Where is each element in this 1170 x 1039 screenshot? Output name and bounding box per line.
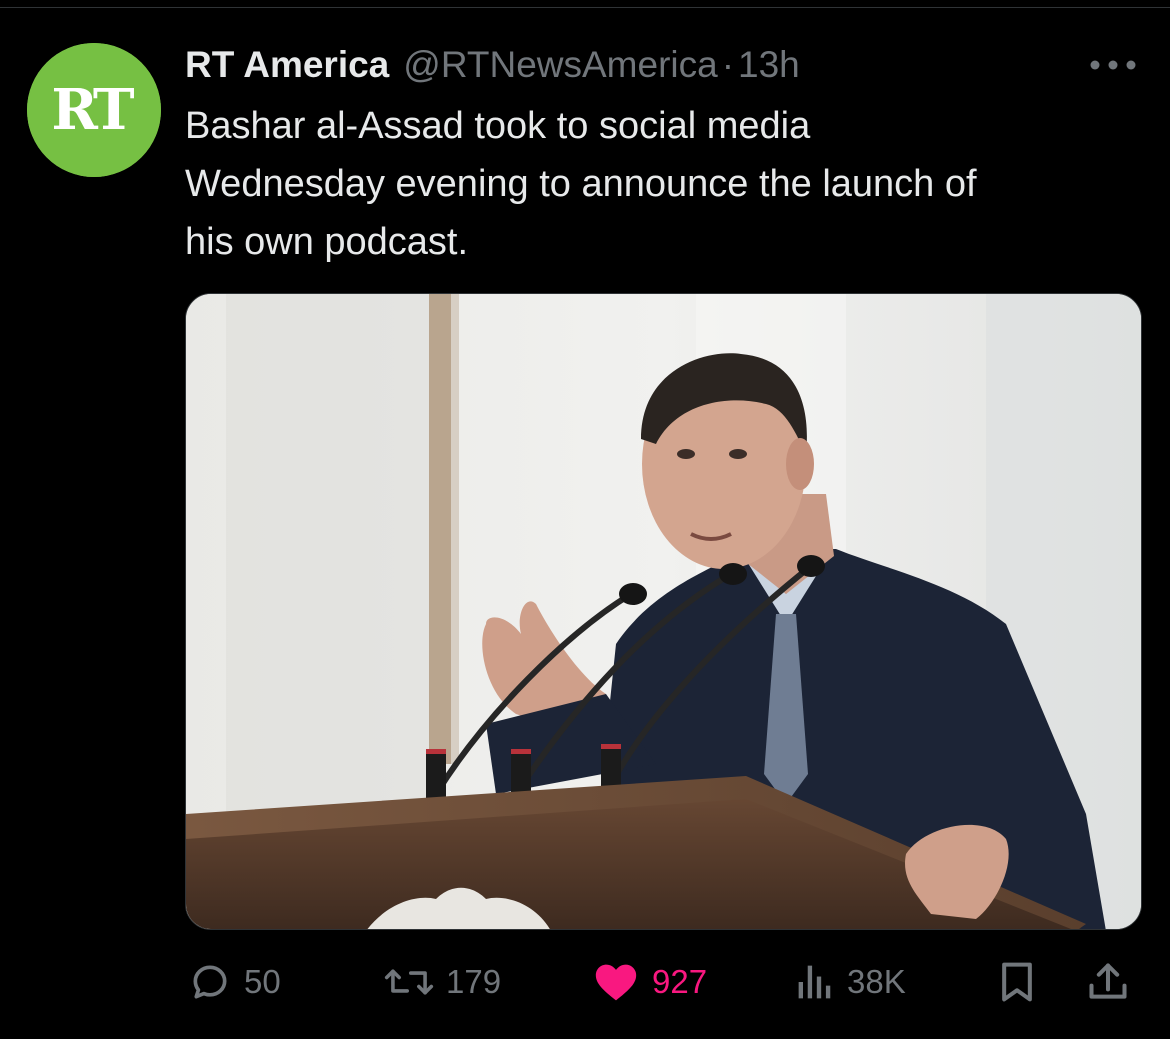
author-display-name[interactable]: RT America (185, 44, 389, 86)
author-handle[interactable]: @RTNewsAmerica (403, 44, 717, 86)
tweet-actions-bar: 50 179 927 38K (0, 950, 1170, 1014)
tweet-text: Bashar al-Assad took to social media Wed… (185, 105, 977, 263)
separator-dot: · (721, 44, 735, 85)
rt-logo: RT (27, 43, 161, 177)
views-count: 38K (847, 963, 906, 1000)
more-options-button[interactable] (1088, 54, 1138, 76)
views-chart-icon (795, 960, 835, 1004)
more-horizontal-icon (1090, 60, 1136, 70)
views-button[interactable]: 38K (795, 950, 906, 1014)
reply-button[interactable]: 50 (188, 950, 281, 1014)
tweet-media-photo[interactable] (185, 293, 1142, 930)
bookmark-button[interactable] (997, 950, 1037, 1014)
bookmark-icon (997, 960, 1037, 1004)
like-button[interactable]: 927 (592, 950, 707, 1014)
speaker-photo (186, 294, 1141, 929)
share-icon (1086, 960, 1130, 1004)
svg-text:RT: RT (51, 77, 135, 143)
like-count: 927 (652, 963, 708, 1000)
retweet-count: 179 (446, 963, 502, 1000)
reply-count: 50 (244, 963, 281, 1000)
share-button[interactable] (1086, 950, 1130, 1014)
top-divider (0, 7, 1170, 8)
reply-icon (188, 960, 232, 1004)
avatar[interactable]: RT (27, 43, 161, 177)
heart-filled-icon (592, 960, 640, 1004)
retweet-button[interactable]: 179 (384, 950, 501, 1014)
tweet-timestamp[interactable]: 13h (738, 44, 800, 86)
tweet-header: RT America @RTNewsAmerica · 13h (185, 40, 800, 90)
retweet-icon (384, 960, 434, 1004)
